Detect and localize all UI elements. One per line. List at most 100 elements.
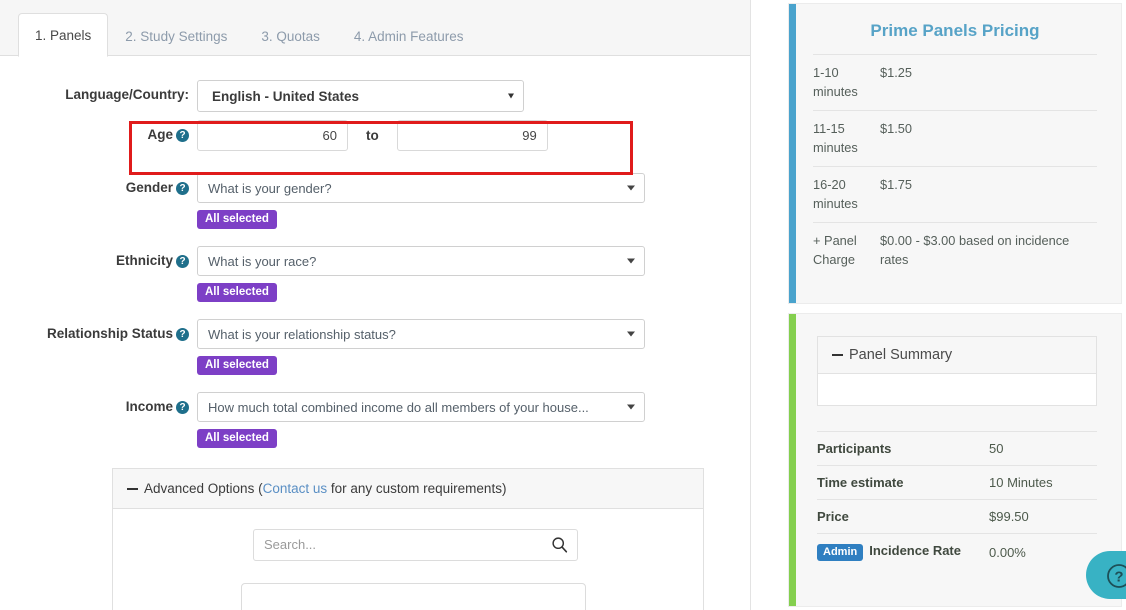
tab-study-settings[interactable]: 2. Study Settings <box>108 15 244 57</box>
summary-row: Participants 50 <box>817 431 1097 465</box>
chevron-down-icon <box>627 186 635 191</box>
income-select[interactable]: How much total combined income do all me… <box>197 392 645 422</box>
relationship-status-select[interactable]: What is your relationship status? <box>197 319 645 349</box>
language-country-select[interactable]: English - United States <box>197 80 524 112</box>
pricing-row: 1-10 minutes $1.25 <box>813 54 1097 110</box>
chevron-down-icon <box>627 332 635 337</box>
chevron-down-icon <box>508 94 514 99</box>
gender-label-text: Gender <box>126 180 173 195</box>
ethnicity-select[interactable]: What is your race? <box>197 246 645 276</box>
panel-summary-card: Panel Summary Participants 50 Time estim… <box>788 313 1122 607</box>
question-circle-icon[interactable]: ? <box>176 182 189 195</box>
panels-form: Language/Country: English - United State… <box>0 56 750 610</box>
summary-row-value: 0.00% <box>989 545 1097 560</box>
pricing-row-value: $0.00 - $3.00 based on incidence rates <box>880 232 1097 269</box>
help-button[interactable]: ? <box>1086 551 1126 599</box>
income-row: Income? How much total combined income d… <box>0 392 750 448</box>
advanced-extra-row <box>113 583 703 610</box>
sidebar: Prime Panels Pricing 1-10 minutes $1.25 … <box>751 0 1126 610</box>
chevron-down-icon <box>627 259 635 264</box>
panel-summary-header[interactable]: Panel Summary <box>818 337 1096 374</box>
ethnicity-all-selected-badge[interactable]: All selected <box>197 283 277 302</box>
age-separator-label: to <box>366 128 379 143</box>
panel-summary-box: Panel Summary <box>817 336 1097 406</box>
tab-study-settings-label: 2. Study Settings <box>125 29 227 44</box>
pricing-row-term: 16-20 minutes <box>813 176 880 213</box>
tab-admin-features[interactable]: 4. Admin Features <box>337 15 481 57</box>
gender-value: What is your gender? <box>208 181 332 196</box>
gender-label: Gender? <box>0 173 197 195</box>
tab-panels[interactable]: 1. Panels <box>18 13 108 57</box>
summary-row-value: $99.50 <box>989 509 1097 524</box>
panel-summary-body <box>818 374 1096 405</box>
pricing-row-term: 1-10 minutes <box>813 64 880 101</box>
pricing-row: 11-15 minutes $1.50 <box>813 110 1097 166</box>
summary-accent-bar <box>789 314 796 606</box>
summary-row-value: 10 Minutes <box>989 475 1097 490</box>
question-circle-icon[interactable]: ? <box>176 328 189 341</box>
question-circle-icon[interactable]: ? <box>176 255 189 268</box>
ethnicity-value: What is your race? <box>208 254 316 269</box>
advanced-options-body: Search... <box>113 509 703 610</box>
summary-row-key: AdminIncidence Rate <box>817 543 989 561</box>
svg-text:?: ? <box>1114 569 1123 586</box>
summary-row: Time estimate 10 Minutes <box>817 465 1097 499</box>
pricing-row-value: $1.75 <box>880 176 1097 213</box>
advanced-options-title-suffix: for any custom requirements) <box>327 481 506 496</box>
minus-icon[interactable] <box>832 354 843 357</box>
gender-all-selected-badge[interactable]: All selected <box>197 210 277 229</box>
advanced-extra-input[interactable] <box>241 583 586 610</box>
summary-row-key-text: Incidence Rate <box>869 543 961 558</box>
pricing-card-title: Prime Panels Pricing <box>813 4 1097 54</box>
summary-row: AdminIncidence Rate 0.00% <box>817 533 1097 570</box>
panel-summary-title: Panel Summary <box>849 347 952 363</box>
language-country-value: English - United States <box>212 89 359 104</box>
contact-us-link[interactable]: Contact us <box>263 481 328 496</box>
advanced-search-input[interactable]: Search... <box>253 529 578 561</box>
tab-bar: 1. Panels 2. Study Settings 3. Quotas 4.… <box>0 0 750 56</box>
panel-summary-table: Participants 50 Time estimate 10 Minutes… <box>817 431 1097 570</box>
advanced-options-title: Advanced Options ( <box>144 481 263 496</box>
income-all-selected-badge[interactable]: All selected <box>197 429 277 448</box>
income-value: How much total combined income do all me… <box>208 400 589 415</box>
relationship-status-all-selected-badge[interactable]: All selected <box>197 356 277 375</box>
gender-select[interactable]: What is your gender? <box>197 173 645 203</box>
app-root: 1. Panels 2. Study Settings 3. Quotas 4.… <box>0 0 1126 610</box>
minus-icon[interactable] <box>127 488 138 491</box>
tab-quotas[interactable]: 3. Quotas <box>244 15 337 57</box>
pricing-row-term: + Panel Charge <box>813 232 880 269</box>
income-label-text: Income <box>126 399 173 414</box>
question-circle-icon[interactable]: ? <box>176 129 189 142</box>
summary-row-value: 50 <box>989 441 1097 456</box>
ethnicity-row: Ethnicity? What is your race? All select… <box>0 246 750 302</box>
age-min-input[interactable]: 60 <box>197 120 348 151</box>
pricing-row: 16-20 minutes $1.75 <box>813 166 1097 222</box>
gender-row: Gender? What is your gender? All selecte… <box>0 173 750 229</box>
tab-quotas-label: 3. Quotas <box>261 29 320 44</box>
advanced-options-section: Advanced Options (Contact us for any cus… <box>112 468 704 610</box>
age-row: Age? 60 to 99 <box>0 120 750 151</box>
pricing-accent-bar <box>789 4 796 303</box>
tab-panels-label: 1. Panels <box>35 28 91 43</box>
pricing-row-value: $1.50 <box>880 120 1097 157</box>
prime-panels-pricing-card: Prime Panels Pricing 1-10 minutes $1.25 … <box>788 3 1122 304</box>
pricing-row-value: $1.25 <box>880 64 1097 101</box>
summary-row-key: Participants <box>817 441 989 456</box>
tab-admin-features-label: 4. Admin Features <box>354 29 464 44</box>
pricing-row: + Panel Charge $0.00 - $3.00 based on in… <box>813 222 1097 278</box>
age-max-input[interactable]: 99 <box>397 120 548 151</box>
question-circle-icon[interactable]: ? <box>176 401 189 414</box>
relationship-status-label-text: Relationship Status <box>47 326 173 341</box>
pricing-table: 1-10 minutes $1.25 11-15 minutes $1.50 1… <box>813 54 1097 278</box>
question-circle-icon: ? <box>1106 563 1126 589</box>
summary-row-key: Price <box>817 509 989 524</box>
advanced-options-header[interactable]: Advanced Options (Contact us for any cus… <box>113 469 703 509</box>
income-label: Income? <box>0 392 197 414</box>
advanced-search-wrap: Search... <box>253 529 578 561</box>
pricing-row-term: 11-15 minutes <box>813 120 880 157</box>
language-country-label: Language/Country: <box>0 80 197 102</box>
panels-form-panel: 1. Panels 2. Study Settings 3. Quotas 4.… <box>0 0 751 610</box>
relationship-status-label: Relationship Status? <box>0 319 197 341</box>
ethnicity-label-text: Ethnicity <box>116 253 173 268</box>
chevron-down-icon <box>627 405 635 410</box>
